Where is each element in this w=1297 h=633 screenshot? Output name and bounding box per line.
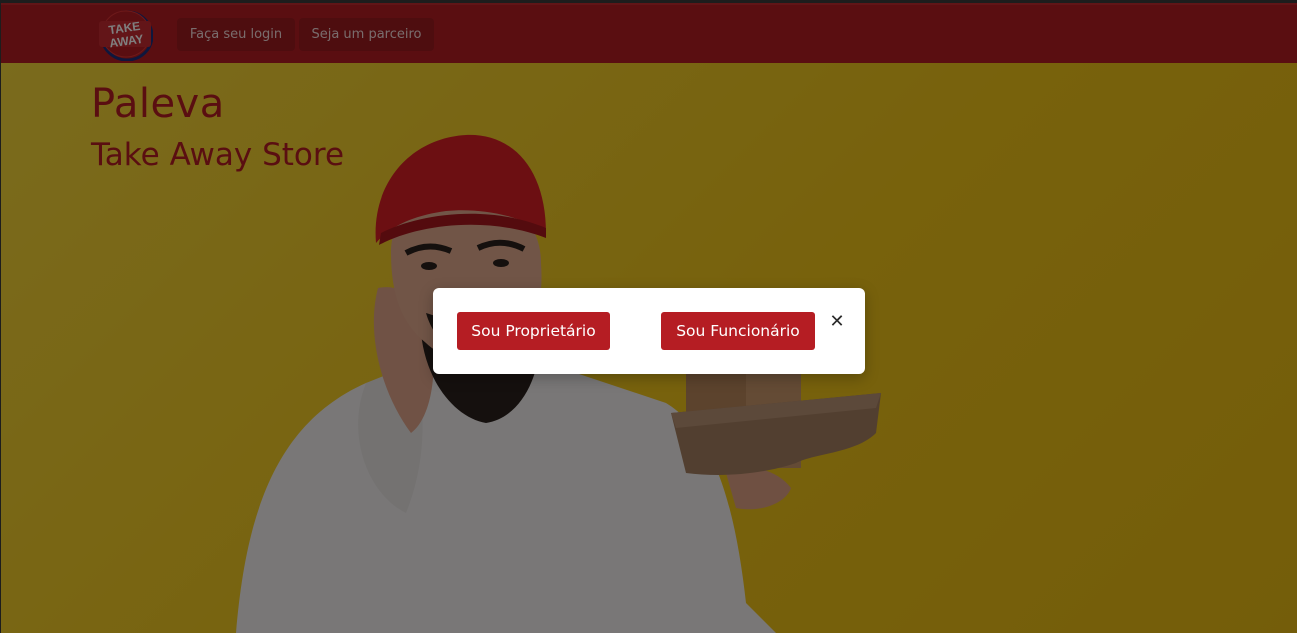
owner-button[interactable]: Sou Proprietário: [457, 312, 610, 350]
close-icon[interactable]: ✕: [829, 310, 845, 332]
role-selection-modal: Sou Proprietário Sou Funcionário ✕: [433, 288, 865, 374]
employee-button[interactable]: Sou Funcionário: [661, 312, 815, 350]
